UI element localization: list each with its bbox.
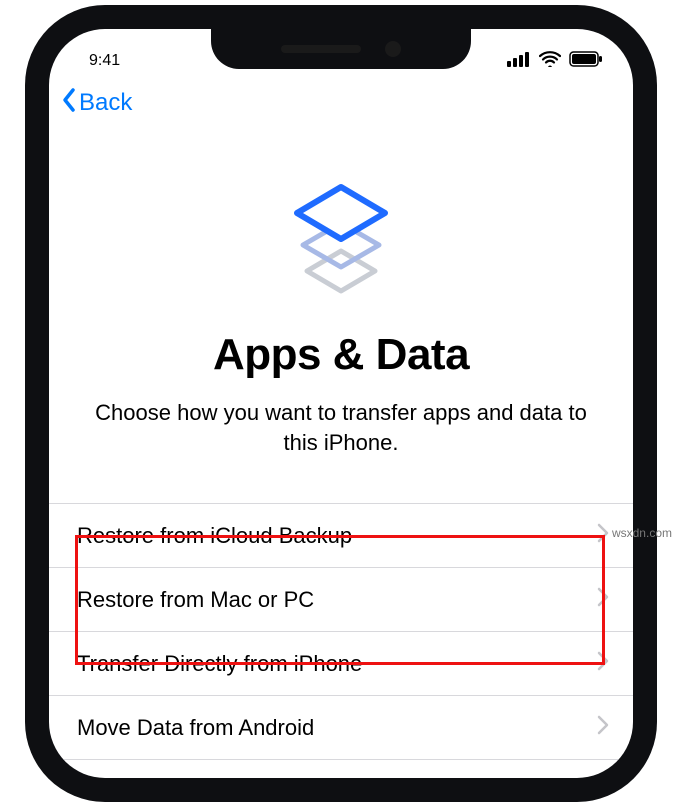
page-subtitle: Choose how you want to transfer apps and… bbox=[95, 398, 587, 457]
chevron-right-icon bbox=[597, 715, 609, 741]
option-transfer-iphone[interactable]: Transfer Directly from iPhone bbox=[49, 632, 633, 696]
phone-screen: 9:41 bbox=[49, 29, 633, 778]
watermark: wsxdn.com bbox=[612, 526, 672, 540]
back-button[interactable]: Back bbox=[59, 86, 132, 121]
phone-notch bbox=[211, 29, 471, 69]
option-label: Move Data from Android bbox=[77, 715, 314, 741]
wifi-icon bbox=[539, 51, 561, 72]
back-label: Back bbox=[79, 89, 132, 117]
chevron-right-icon bbox=[597, 651, 609, 677]
option-label: Transfer Directly from iPhone bbox=[77, 651, 362, 677]
options-list: Restore from iCloud Backup Restore from … bbox=[49, 503, 633, 760]
chevron-right-icon bbox=[597, 523, 609, 549]
chevron-right-icon bbox=[597, 587, 609, 613]
phone-frame: 9:41 bbox=[25, 5, 657, 802]
chevron-left-icon bbox=[59, 86, 79, 121]
apps-data-stack-icon bbox=[281, 167, 401, 302]
option-restore-mac-pc[interactable]: Restore from Mac or PC bbox=[49, 568, 633, 632]
cellular-signal-icon bbox=[507, 51, 531, 72]
battery-icon bbox=[569, 51, 603, 72]
status-time: 9:41 bbox=[89, 52, 120, 70]
option-move-android[interactable]: Move Data from Android bbox=[49, 696, 633, 760]
hero-icon-area bbox=[49, 167, 633, 302]
page-title: Apps & Data bbox=[49, 330, 633, 380]
nav-bar: Back bbox=[49, 75, 633, 131]
option-label: Restore from Mac or PC bbox=[77, 587, 314, 613]
option-restore-icloud[interactable]: Restore from iCloud Backup bbox=[49, 504, 633, 568]
option-label: Restore from iCloud Backup bbox=[77, 523, 352, 549]
